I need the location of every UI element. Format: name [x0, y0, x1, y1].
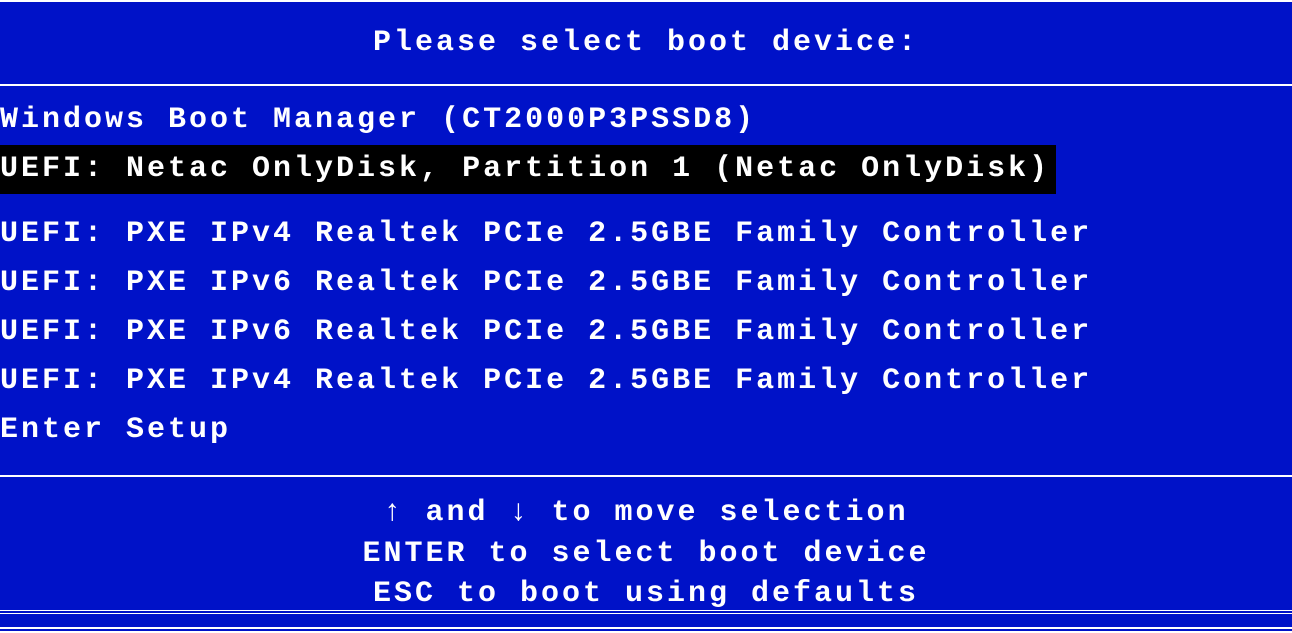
hints-section: ↑ and ↓ to move selection ENTER to selec…	[0, 477, 1292, 629]
boot-item-label: UEFI: PXE IPv6 Realtek PCIe 2.5GBE Famil…	[0, 315, 1092, 349]
boot-device-list: Windows Boot Manager (CT2000P3PSSD8) UEF…	[0, 86, 1292, 477]
boot-item-uefi-netac[interactable]: UEFI: Netac OnlyDisk, Partition 1 (Netac…	[0, 145, 1056, 194]
boot-item-label: Windows Boot Manager (CT2000P3PSSD8)	[0, 103, 756, 137]
hint-move-selection: ↑ and ↓ to move selection	[0, 493, 1292, 534]
boot-item-label: UEFI: PXE IPv4 Realtek PCIe 2.5GBE Famil…	[0, 364, 1092, 398]
up-arrow-icon: ↑	[383, 496, 404, 530]
boot-item-uefi-pxe-ipv6-2[interactable]: UEFI: PXE IPv6 Realtek PCIe 2.5GBE Famil…	[0, 308, 1292, 357]
hint-enter: ENTER to select boot device	[0, 534, 1292, 575]
boot-item-windows-boot-manager[interactable]: Windows Boot Manager (CT2000P3PSSD8)	[0, 96, 1292, 145]
boot-item-label: Enter Setup	[0, 413, 231, 447]
hint-esc: ESC to boot using defaults	[0, 574, 1292, 615]
page-title: Please select boot device:	[373, 26, 919, 60]
hint-text: to move selection	[552, 496, 909, 530]
boot-item-uefi-pxe-ipv4-1[interactable]: UEFI: PXE IPv4 Realtek PCIe 2.5GBE Famil…	[0, 210, 1292, 259]
down-arrow-icon: ↓	[509, 496, 530, 530]
boot-item-label: UEFI: PXE IPv6 Realtek PCIe 2.5GBE Famil…	[0, 266, 1092, 300]
boot-menu-container: Please select boot device: Windows Boot …	[0, 0, 1292, 614]
boot-item-label: UEFI: Netac OnlyDisk, Partition 1 (Netac…	[0, 152, 1050, 186]
boot-item-enter-setup[interactable]: Enter Setup	[0, 406, 1292, 455]
boot-item-uefi-pxe-ipv6-1[interactable]: UEFI: PXE IPv6 Realtek PCIe 2.5GBE Famil…	[0, 259, 1292, 308]
hint-text: and	[425, 496, 488, 530]
boot-item-label: UEFI: PXE IPv4 Realtek PCIe 2.5GBE Famil…	[0, 217, 1092, 251]
boot-item-uefi-pxe-ipv4-2[interactable]: UEFI: PXE IPv4 Realtek PCIe 2.5GBE Famil…	[0, 357, 1292, 406]
header-section: Please select boot device:	[0, 0, 1292, 86]
